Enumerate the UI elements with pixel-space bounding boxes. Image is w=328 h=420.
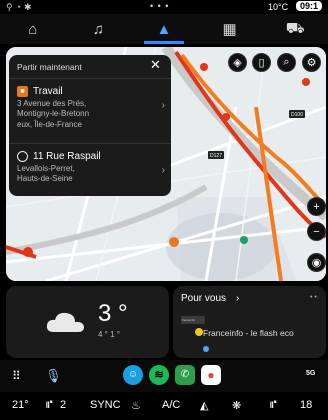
- destination-raspail-title: 11 Rue Raspail: [33, 151, 101, 162]
- outside-temperature: 10°C: [268, 2, 289, 12]
- destination-work-address-3: eux, Île-de-France: [17, 119, 82, 129]
- briefcase-icon: ■: [17, 86, 28, 97]
- minus-icon: −: [313, 225, 320, 238]
- recenter-button[interactable]: ◉: [307, 253, 326, 272]
- fan-icon[interactable]: ❋: [232, 399, 241, 412]
- spotify-icon: ≋: [154, 369, 164, 381]
- home-icon: ⌂: [28, 20, 38, 38]
- cloud-icon: [46, 312, 84, 332]
- passenger-temperature[interactable]: 18: [300, 399, 312, 411]
- location-pin-icon: ◉: [311, 257, 322, 269]
- status-dot-icon: [203, 346, 209, 352]
- favorites-button[interactable]: ▯: [252, 53, 271, 72]
- driver-temperature[interactable]: 21°: [12, 399, 29, 411]
- wifi-icon: ◔: [15, 2, 22, 12]
- navigation-icon: ▲: [156, 20, 172, 38]
- road-label-d100: D100: [291, 112, 303, 118]
- recommendation-item[interactable]: Franceinfo - le flash eco: [203, 328, 294, 338]
- search-button[interactable]: ⌕: [277, 53, 296, 72]
- destination-raspail[interactable]: 11 Rue Raspail Levallois-Perret, Hauts-d…: [17, 151, 167, 185]
- destination-work[interactable]: ■ Travail 3 Avenue des Prés, Montigny-le-…: [17, 86, 167, 130]
- destination-work-address-2: Montigny-le-Bretonn: [17, 109, 90, 119]
- ac-button[interactable]: A/C: [162, 399, 180, 411]
- settings-button[interactable]: ⚙: [302, 53, 321, 72]
- microphone-icon: 🎙: [45, 368, 62, 383]
- tab-music[interactable]: ♫: [66, 14, 132, 44]
- toggle-pois-button[interactable]: ◈: [228, 53, 247, 72]
- close-button[interactable]: ✕: [150, 57, 161, 73]
- zoom-in-button[interactable]: +: [307, 197, 326, 216]
- layers-icon: ◈: [233, 57, 242, 69]
- sync-button[interactable]: SYNC: [90, 399, 121, 411]
- seat-heating-level: 2: [60, 399, 67, 411]
- spotify-app-button[interactable]: ≋: [149, 365, 169, 385]
- radio-icon: [195, 328, 203, 336]
- signal-indicator: 5G: [306, 370, 316, 377]
- voice-assistant-button[interactable]: 🎙: [45, 368, 62, 384]
- phone-icon: ✆: [180, 369, 190, 380]
- destination-work-title: Travail: [33, 86, 63, 97]
- apps-icon: ▦: [222, 21, 237, 38]
- plus-icon: +: [313, 200, 320, 213]
- rear-defrost-icon[interactable]: ♨: [131, 399, 141, 412]
- maps-app-button[interactable]: ●: [201, 365, 221, 385]
- map-pin-icon: ●: [207, 368, 215, 382]
- page-dots: • •: [310, 294, 317, 301]
- for-you-widget[interactable]: Pour vous › • • franceinfo Franceinfo - l…: [173, 286, 326, 358]
- departure-card: Partir maintenant ✕ ■ Travail 3 Avenue de…: [9, 55, 171, 196]
- divider: [9, 78, 171, 79]
- top-navigation: ⌂ ♫ ▲ ▦ ⛟: [0, 14, 328, 44]
- zoom-out-button[interactable]: −: [307, 222, 326, 241]
- phone-app-button[interactable]: ✆: [175, 365, 195, 385]
- destination-raspail-address-2: Hauts-de-Seine: [17, 174, 73, 184]
- car-icon: ⛟: [285, 19, 305, 37]
- divider: [9, 143, 171, 144]
- close-icon: ✕: [150, 57, 161, 72]
- tab-navigation[interactable]: ▲: [131, 14, 197, 44]
- grid-icon: ⠿: [12, 369, 21, 383]
- current-temperature: 3 °: [98, 300, 128, 327]
- waze-app-button[interactable]: ☺: [123, 365, 143, 385]
- destination-raspail-address-1: Levallois-Perret,: [17, 164, 75, 173]
- bookmark-icon: ▯: [258, 57, 265, 69]
- chevron-right-icon: ›: [161, 100, 165, 111]
- chevron-right-icon: ›: [161, 165, 165, 176]
- seat-heating-icon[interactable]: ⑈: [46, 399, 53, 411]
- tab-home[interactable]: ⌂: [0, 14, 66, 44]
- source-badge: franceinfo: [181, 316, 205, 324]
- card-title: Partir maintenant: [17, 62, 82, 72]
- min-max-temperature: 4 ° 1 °: [98, 330, 120, 339]
- clock: 09:1: [296, 1, 323, 11]
- app-grid-button[interactable]: ⠿: [12, 369, 21, 383]
- location-icon: ⚲: [6, 2, 13, 12]
- search-icon: ⌕: [283, 56, 290, 68]
- windshield-defrost-icon[interactable]: ◭: [200, 399, 208, 412]
- history-icon: [17, 151, 28, 162]
- page-indicator: • • •: [150, 1, 170, 11]
- status-icons: ⚲ ◔ ✱: [6, 2, 32, 13]
- tab-apps[interactable]: ▦: [197, 14, 263, 44]
- climate-bar: 21° ⑈ 2 SYNC ♨ A/C ◭ ❋ ⑈ 18: [0, 393, 328, 420]
- music-icon: ♫: [92, 20, 105, 38]
- app-dock: ⠿ 🎙 ☺ ≋ ✆ ● 5G: [0, 360, 328, 392]
- gear-icon: ⚙: [306, 57, 317, 69]
- destination-work-address-1: 3 Avenue des Prés,: [17, 99, 87, 108]
- waze-icon: ☺: [127, 369, 139, 380]
- bluetooth-icon: ✱: [24, 2, 32, 12]
- chevron-right-icon: ›: [236, 293, 240, 304]
- tab-vehicle[interactable]: ⛟: [262, 14, 328, 44]
- passenger-seat-heating-icon[interactable]: ⑈: [270, 399, 277, 411]
- road-label-d127: D127: [210, 153, 222, 159]
- for-you-title: Pour vous: [181, 293, 227, 304]
- status-bar: ⚲ ◔ ✱ • • • 10°C 09:1: [0, 0, 328, 14]
- weather-widget[interactable]: 3 ° 4 ° 1 °: [6, 286, 169, 358]
